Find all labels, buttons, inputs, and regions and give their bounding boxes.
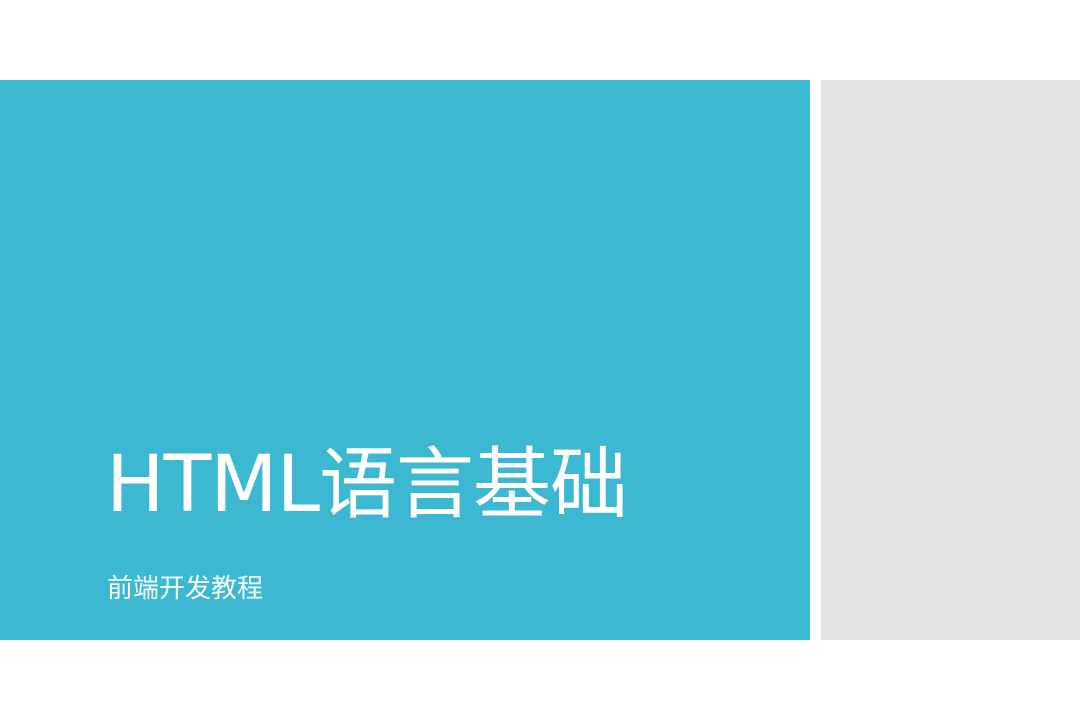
slide-title: HTML语言基础 [106,440,628,530]
side-panel [821,80,1080,640]
slide-subtitle: 前端开发教程 [107,574,264,604]
title-panel: HTML语言基础 前端开发教程 [0,80,810,640]
